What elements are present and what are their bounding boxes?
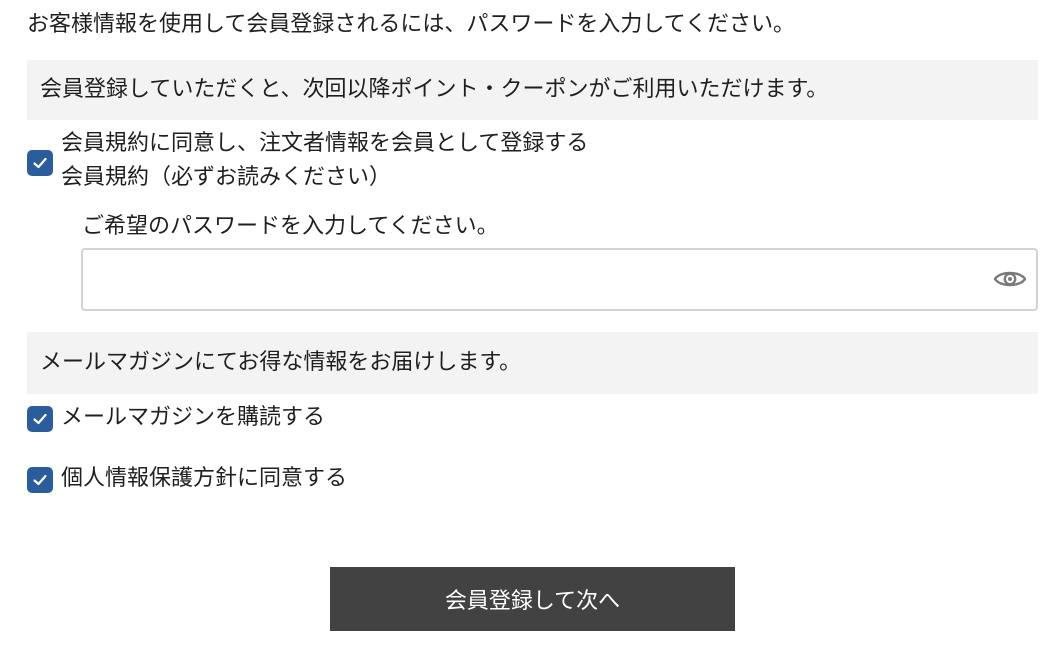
privacy-label[interactable]: 個人情報保護方針に同意する: [61, 464, 347, 495]
privacy-checkbox[interactable]: [27, 467, 53, 493]
intro-text: お客様情報を使用して会員登録されるには、パスワードを入力してください。: [27, 12, 796, 37]
checkmark-icon: [33, 157, 47, 169]
checkmark-icon: [33, 474, 47, 486]
password-label: ご希望のパスワードを入力してください。: [82, 214, 499, 239]
newsletter-label[interactable]: メールマガジンを購読する: [61, 403, 325, 434]
terms-link[interactable]: 会員規約（必ずお読みください）: [61, 163, 391, 194]
terms-checkbox-label[interactable]: 会員規約に同意し、注文者情報を会員として登録する: [61, 129, 588, 160]
password-input[interactable]: [83, 250, 983, 309]
password-field: [81, 248, 1038, 311]
member-benefit-banner: 会員登録していただくと、次回以降ポイント・クーポンがご利用いただけます。: [27, 60, 1038, 120]
newsletter-checkbox[interactable]: [27, 406, 53, 432]
mail-magazine-banner: メールマガジンにてお得な情報をお届けします。: [27, 332, 1038, 394]
register-next-button[interactable]: 会員登録して次へ: [330, 567, 735, 631]
checkmark-icon: [33, 413, 47, 425]
eye-icon[interactable]: [992, 263, 1028, 295]
terms-checkbox[interactable]: [27, 150, 53, 176]
mail-magazine-text: メールマガジンにてお得な情報をお届けします。: [40, 349, 522, 375]
member-benefit-text: 会員登録していただくと、次回以降ポイント・クーポンがご利用いただけます。: [40, 76, 829, 102]
